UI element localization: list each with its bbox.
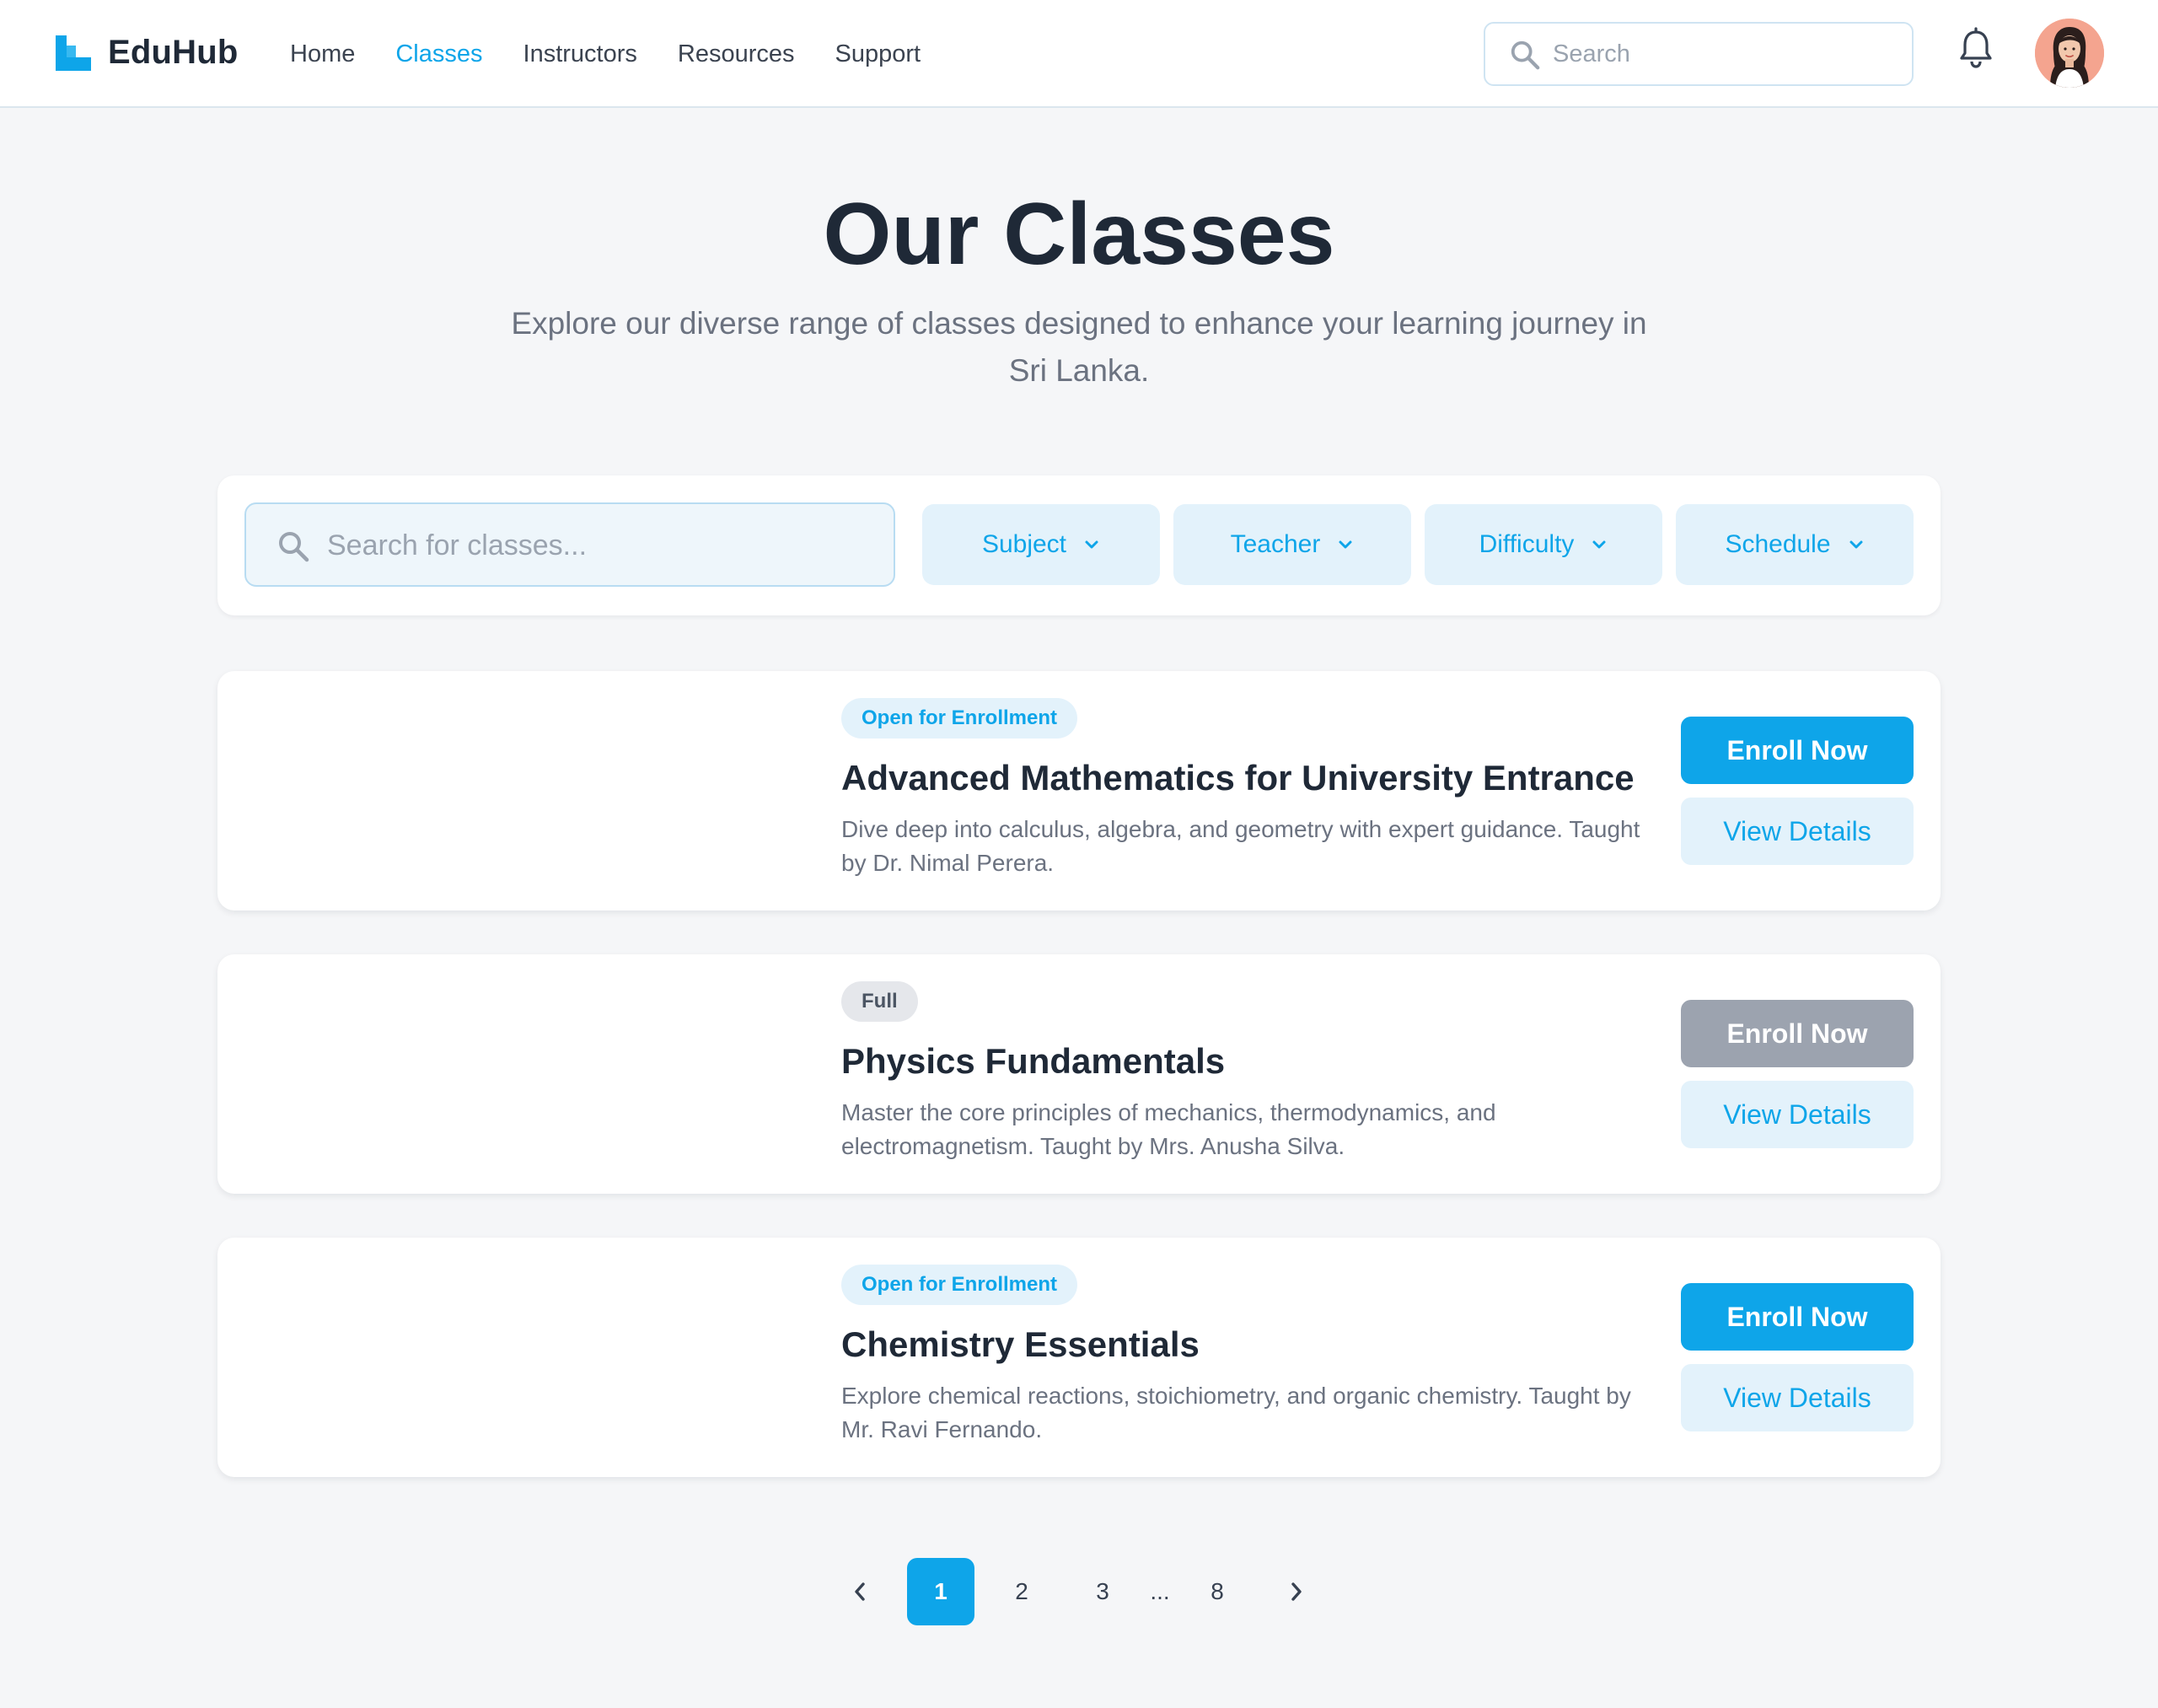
class-card: Full Physics Fundamentals Master the cor… [217, 954, 1941, 1194]
class-description: Master the core principles of mechanics,… [841, 1099, 1496, 1159]
status-badge: Open for Enrollment [841, 1265, 1078, 1305]
search-icon [1511, 40, 1540, 70]
header-search-input[interactable] [1553, 35, 1890, 73]
page-button-3[interactable]: 3 [1069, 1558, 1136, 1625]
chevron-down-icon [1849, 540, 1863, 549]
subject-dropdown-label: Subject [981, 530, 1067, 558]
class-search-box [244, 502, 895, 587]
teacher-dropdown-label: Teacher [1230, 530, 1321, 558]
teacher-dropdown[interactable]: Teacher [1173, 504, 1411, 585]
difficulty-dropdown-label: Difficulty [1479, 530, 1575, 558]
chevron-down-icon [1592, 540, 1606, 549]
chevron-down-icon [1339, 540, 1352, 549]
subject-dropdown[interactable]: Subject [922, 504, 1160, 585]
page-button-8[interactable]: 8 [1184, 1558, 1251, 1625]
chevron-right-icon [1291, 1582, 1302, 1601]
enroll-button-disabled: Enroll Now [1681, 1000, 1914, 1067]
view-details-button[interactable]: View Details [1681, 798, 1914, 865]
brand-name: EduHub [108, 34, 239, 71]
class-description: Dive deep into calculus, algebra, and ge… [841, 816, 1640, 876]
main-nav: Home Classes Instructors Resources Suppo… [290, 37, 961, 71]
class-card: Open for Enrollment Chemistry Essentials… [217, 1238, 1941, 1477]
top-nav-bar: EduHub Home Classes Instructors Resource… [0, 0, 2158, 108]
schedule-dropdown[interactable]: Schedule [1676, 504, 1914, 585]
nav-item-instructors[interactable]: Instructors [523, 37, 637, 71]
filter-dropdowns: Subject Teacher Difficulty Schedule [922, 504, 1927, 585]
class-description: Explore chemical reactions, stoichiometr… [841, 1383, 1631, 1442]
page-button-1[interactable]: 1 [907, 1558, 974, 1625]
view-details-button[interactable]: View Details [1681, 1081, 1914, 1148]
logo-icon [56, 35, 91, 71]
user-avatar[interactable] [2035, 19, 2104, 88]
search-icon [279, 532, 309, 562]
nav-item-support[interactable]: Support [835, 37, 921, 71]
header-search-box [1484, 22, 1914, 86]
nav-item-home[interactable]: Home [290, 37, 355, 71]
class-card: Open for Enrollment Advanced Mathematics… [217, 671, 1941, 910]
chevron-left-icon [855, 1582, 865, 1601]
class-search-input[interactable] [327, 526, 867, 565]
nav-item-resources[interactable]: Resources [678, 37, 795, 71]
bell-icon[interactable] [1957, 27, 1994, 69]
next-page-button[interactable] [1280, 1558, 1313, 1625]
status-badge: Full [841, 981, 918, 1022]
difficulty-dropdown[interactable]: Difficulty [1425, 504, 1662, 585]
filter-bar: Subject Teacher Difficulty Schedule [217, 475, 1941, 615]
avatar-image [2035, 19, 2104, 88]
page-ellipsis: ... [1150, 1578, 1170, 1604]
nav-item-classes[interactable]: Classes [395, 37, 482, 71]
pagination: 1 2 3 ... 8 [0, 1558, 2158, 1625]
view-details-button[interactable]: View Details [1681, 1364, 1914, 1431]
page-button-2[interactable]: 2 [988, 1558, 1055, 1625]
schedule-dropdown-label: Schedule [1725, 530, 1831, 558]
page-subtitle: Explore our diverse range of classes des… [511, 306, 1647, 388]
status-badge: Open for Enrollment [841, 698, 1078, 739]
brand-logo[interactable]: EduHub [56, 34, 239, 72]
enroll-button[interactable]: Enroll Now [1681, 1283, 1914, 1351]
chevron-down-icon [1085, 540, 1098, 549]
prev-page-button[interactable] [843, 1558, 877, 1625]
page-title: Our Classes [823, 185, 1335, 283]
enroll-button[interactable]: Enroll Now [1681, 717, 1914, 784]
